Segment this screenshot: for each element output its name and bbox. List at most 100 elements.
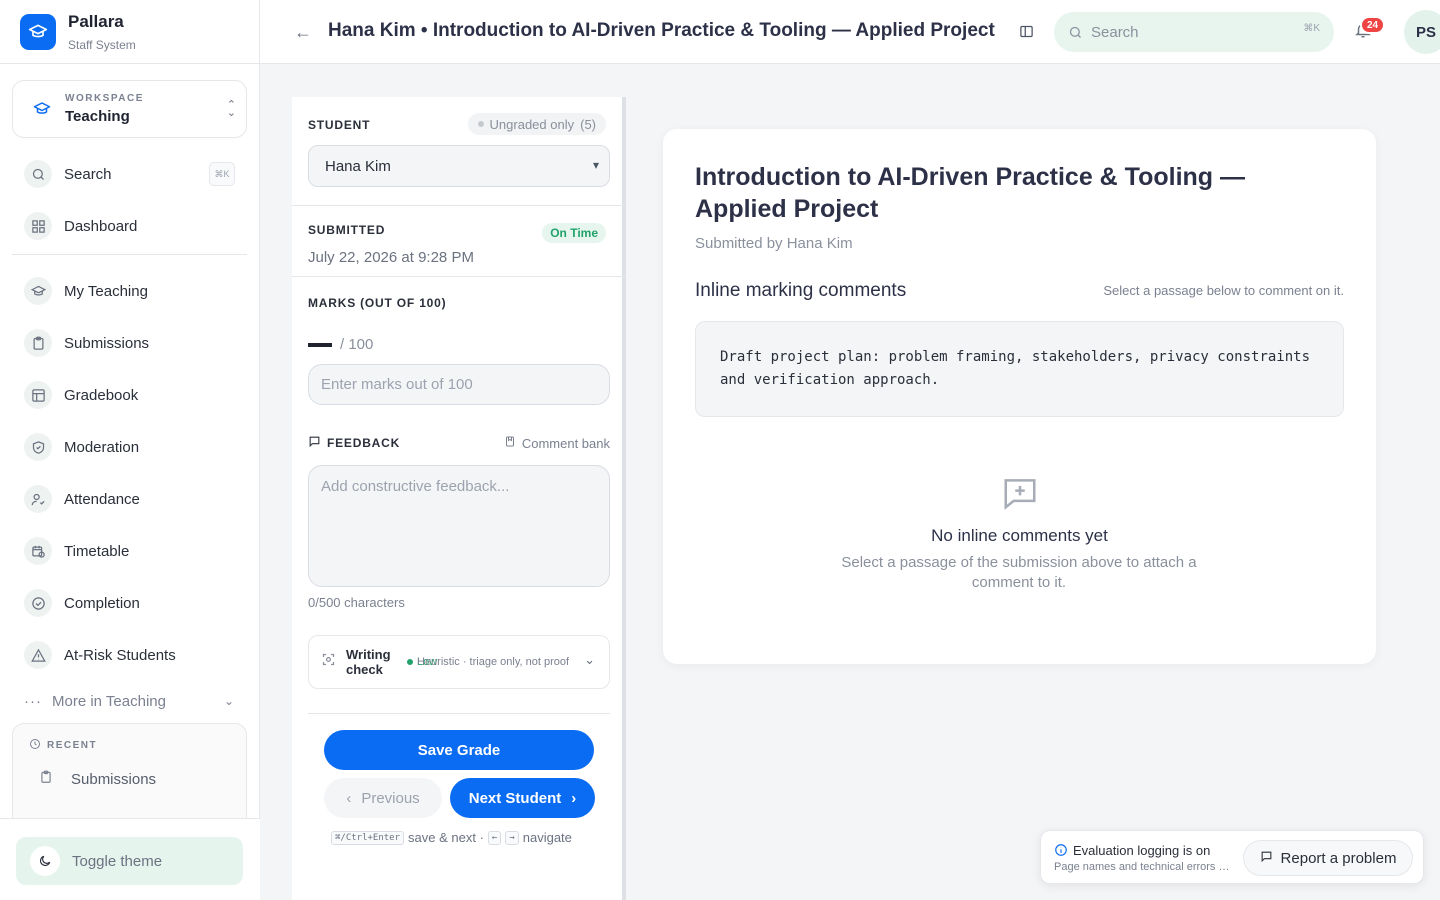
sidebar-search[interactable]: Search — [24, 159, 112, 189]
comment-bank-label: Comment bank — [521, 435, 610, 451]
writing-check-title: Writing check — [346, 647, 391, 677]
comments-hint: Select a passage below to comment on it. — [1103, 283, 1344, 298]
scan-icon — [321, 652, 336, 672]
chevron-down-icon: ⌄ — [223, 694, 234, 708]
writing-check-note: Heuristic · triage only, not proof — [417, 656, 570, 668]
ungraded-only-filter[interactable]: Ungraded only (5) — [467, 113, 606, 135]
evaluation-logging-toast: Evaluation logging is on Page names and … — [1040, 830, 1424, 884]
toggle-theme-button[interactable]: Toggle theme — [16, 837, 243, 885]
feedback-label: FEEDBACK — [327, 436, 401, 450]
user-check-icon — [24, 485, 52, 513]
shortcut-nav: navigate — [522, 830, 572, 845]
search-icon — [24, 160, 52, 188]
more-label: More in Teaching — [52, 692, 166, 710]
sidebar-item-label: Dashboard — [64, 217, 138, 235]
feedback-textarea[interactable]: Add constructive feedback... — [308, 465, 610, 587]
moon-icon — [30, 846, 60, 876]
eval-subtitle: Page names and technical errors are reco… — [1054, 861, 1230, 873]
sidebar-item-label: Attendance — [64, 490, 140, 508]
sidebar-item-label: Moderation — [64, 438, 140, 456]
panel-toggle-icon[interactable] — [1019, 24, 1034, 44]
brand: Pallara Staff System — [0, 0, 259, 64]
search-shortcut: ⌘K — [209, 162, 235, 186]
sidebar: Pallara Staff System WORKSPACE Teaching … — [0, 0, 260, 900]
notification-badge: 24 — [1360, 16, 1386, 34]
save-grade-button[interactable]: Save Grade — [324, 730, 594, 770]
recent-section: RECENT Submissions — [12, 723, 247, 833]
chevron-right-icon: › — [571, 789, 577, 807]
graduation-cap-icon — [33, 100, 51, 118]
topbar: ← Hana Kim • Introduction to AI-Driven P… — [260, 0, 1440, 64]
workspace-label: WORKSPACE — [65, 93, 144, 104]
sidebar-item-attendance[interactable]: Attendance — [24, 484, 140, 514]
chevron-left-icon: ‹ — [346, 789, 352, 807]
writing-check[interactable]: Writing check Low Heuristic · triage onl… — [308, 635, 610, 689]
message-icon — [1260, 850, 1273, 867]
previous-label: Previous — [361, 789, 420, 807]
char-count: 0/500 characters — [308, 595, 405, 610]
sidebar-item-dashboard[interactable]: Dashboard — [24, 211, 137, 241]
submitted-by: Submitted by Hana Kim — [695, 235, 853, 252]
feedback-placeholder: Add constructive feedback... — [321, 478, 510, 495]
clipboard-icon — [24, 329, 52, 357]
student-select[interactable]: Hana Kim ▾ — [308, 145, 610, 187]
marks-input[interactable]: Enter marks out of 100 — [308, 364, 610, 405]
search-input[interactable]: Search ⌘K — [1054, 12, 1334, 52]
sidebar-search-label: Search — [64, 165, 112, 183]
next-student-button[interactable]: Next Student › — [450, 778, 595, 818]
marks-empty-dash — [308, 342, 332, 347]
brand-name: Pallara — [68, 11, 124, 31]
key-left: ← — [487, 830, 502, 845]
submitted-date: July 22, 2026 at 9:28 PM — [308, 249, 474, 266]
status-dot — [477, 121, 484, 127]
shield-check-icon — [24, 433, 52, 461]
comment-bank-button[interactable]: Comment bank — [504, 435, 610, 451]
submission-passage[interactable]: Draft project plan: problem framing, sta… — [695, 321, 1344, 417]
search-placeholder: Search — [1091, 23, 1139, 41]
divider — [12, 254, 247, 255]
report-problem-button[interactable]: Report a problem — [1243, 840, 1413, 876]
status-badge: On Time — [542, 223, 606, 243]
next-label: Next Student — [468, 789, 562, 807]
empty-state-title: No inline comments yet — [931, 526, 1108, 545]
empty-state-subtitle: Select a passage of the submission above… — [841, 554, 1197, 591]
back-arrow-icon[interactable]: ← — [294, 22, 312, 43]
check-circle-icon — [24, 589, 52, 617]
shortcut-save: save & next · — [408, 830, 484, 845]
submission-card: Introduction to AI-Driven Practice & Too… — [663, 129, 1376, 664]
page-title: Hana Kim • Introduction to AI-Driven Pra… — [328, 20, 995, 41]
toggle-theme-label: Toggle theme — [72, 852, 163, 870]
eval-title: Evaluation logging is on — [1073, 843, 1211, 858]
sidebar-item-label: Completion — [64, 594, 140, 612]
sidebar-item-submissions[interactable]: Submissions — [24, 328, 149, 358]
divider — [292, 205, 626, 206]
message-plus-icon — [1001, 474, 1039, 517]
recent-item-submissions[interactable]: Submissions — [39, 770, 156, 788]
divider — [308, 713, 610, 714]
sidebar-item-my-teaching[interactable]: My Teaching — [24, 276, 148, 306]
sidebar-item-at-risk-students[interactable]: At-Risk Students — [24, 640, 176, 670]
message-icon — [308, 435, 321, 451]
sidebar-item-label: Submissions — [64, 334, 150, 352]
more-in-teaching[interactable]: ··· More in Teaching ⌄ — [24, 690, 234, 712]
marks-display: / 100 — [308, 336, 606, 353]
search-icon — [1068, 25, 1083, 40]
chevron-down-icon: ⌄ — [584, 652, 595, 667]
sidebar-footer: Toggle theme — [0, 818, 260, 900]
workspace-switcher[interactable]: WORKSPACE Teaching ⌃ ⌄ — [12, 80, 247, 138]
grid-icon — [24, 212, 52, 240]
table-icon — [24, 381, 52, 409]
sidebar-item-gradebook[interactable]: Gradebook — [24, 380, 138, 410]
student-selected: Hana Kim — [325, 157, 391, 175]
avatar[interactable]: PS — [1404, 10, 1440, 54]
previous-button[interactable]: ‹ Previous — [324, 778, 442, 818]
sidebar-item-timetable[interactable]: Timetable — [24, 536, 129, 566]
sidebar-item-completion[interactable]: Completion — [24, 588, 140, 618]
sidebar-item-moderation[interactable]: Moderation — [24, 432, 139, 462]
history-icon — [29, 738, 41, 753]
shortcut-keys: ⌘/Ctrl+Enter — [331, 830, 405, 845]
info-icon — [1054, 843, 1068, 862]
brand-subtitle: Staff System — [68, 37, 136, 52]
ungraded-count: (5) — [580, 116, 596, 132]
more-dots-icon: ··· — [24, 692, 42, 710]
